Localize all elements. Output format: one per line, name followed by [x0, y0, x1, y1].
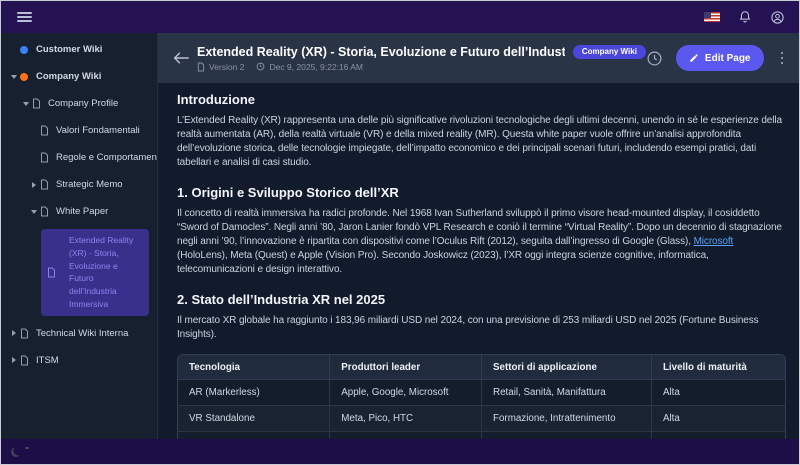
table-header-cell: Livello di maturità [651, 355, 785, 380]
sidebar-item-label: Valori Fondamentali [56, 125, 140, 136]
sidebar-item-label: Strategic Memo [56, 179, 123, 190]
sidebar-item-customer-wiki[interactable]: Customer Wiki [1, 36, 157, 63]
table-cell: Media [651, 431, 785, 439]
page-document-icon [40, 206, 49, 217]
sidebar-item-company-profile[interactable]: Company Profile [1, 90, 157, 117]
table-row: MR (Optical see-through) Microsoft, Magi… [178, 431, 785, 439]
table-cell: VR Standalone [178, 405, 331, 432]
table-cell: Alta [651, 379, 785, 406]
sidebar-item-extended-reality-selected[interactable]: Extended Reality (XR) - Storia, Evoluzio… [41, 229, 149, 316]
page-document-icon [32, 98, 41, 109]
page-document-icon [197, 62, 205, 71]
footer-bar [1, 439, 799, 464]
table-cell: MR (Optical see-through) [178, 431, 331, 439]
flag-canton [704, 12, 711, 18]
sidebar-item-label: Regole e Comportamenti [56, 152, 158, 163]
sidebar-item-label: White Paper [56, 206, 109, 217]
table-header-row: Tecnologia Produttori leader Settori di … [178, 355, 785, 380]
chevron-right-icon[interactable] [7, 330, 20, 336]
page-title-group: Extended Reality (XR) - Storia, Evoluzio… [197, 44, 646, 72]
sidebar-item-valori-fondamentali[interactable]: Valori Fondamentali [1, 117, 157, 144]
sidebar-navigation: Customer Wiki Company Wiki Company Profi… [1, 33, 158, 439]
crescent-moon-icon [11, 447, 21, 457]
table-cell: Microsoft, Magic Leap [329, 431, 482, 439]
page-header: Extended Reality (XR) - Storia, Evoluzio… [158, 33, 799, 83]
chevron-down-icon[interactable] [7, 74, 20, 79]
table-row: AR (Markerless) Apple, Google, Microsoft… [178, 379, 785, 406]
topbar-actions [704, 10, 785, 25]
version-meta: Version 2 [197, 62, 244, 72]
user-account-icon[interactable] [770, 10, 785, 25]
section-paragraph: Il mercato XR globale ha raggiunto i 183… [177, 315, 759, 340]
topbar [1, 1, 799, 33]
page-document-icon [20, 355, 29, 366]
sidebar-item-label: Company Profile [48, 98, 119, 109]
notifications-bell-icon[interactable] [738, 10, 752, 24]
history-clock-icon[interactable] [646, 50, 663, 67]
sidebar-item-label: Company Wiki [36, 71, 102, 82]
timestamp-meta: Dec 9, 2025, 9:22:16 AM [256, 62, 363, 72]
page-meta: Version 2 Dec 9, 2025, 9:22:16 AM [197, 62, 646, 72]
page-document-icon [40, 179, 49, 190]
wiki-dot-icon [20, 45, 28, 54]
table-cell: Meta, Pico, HTC [329, 405, 482, 432]
table-cell: Alta [651, 405, 785, 432]
hamburger-menu-icon[interactable] [15, 9, 34, 25]
microsoft-link[interactable]: Microsoft [694, 236, 734, 247]
sidebar-item-label: ITSM [36, 354, 59, 366]
table-cell: Apple, Google, Microsoft [329, 379, 482, 406]
sidebar-item-label: Technical Wiki Interna [36, 327, 129, 339]
page-title: Extended Reality (XR) - Storia, Evoluzio… [197, 44, 565, 59]
table-cell: Formazione, Intrattenimento [481, 405, 652, 432]
table-header-cell: Settori di applicazione [481, 355, 652, 380]
sidebar-item-itsm[interactable]: ITSM [1, 347, 157, 374]
timestamp-label: Dec 9, 2025, 9:22:16 AM [269, 61, 364, 72]
footer-dash-decoration [25, 447, 29, 449]
content-area: Extended Reality (XR) - Storia, Evoluzio… [158, 33, 799, 439]
sidebar-item-regole-comportamenti[interactable]: Regole e Comportamenti [1, 144, 157, 171]
section-heading-introduzione: Introduzione [177, 92, 255, 107]
version-label: Version 2 [209, 61, 245, 72]
chevron-down-icon[interactable] [19, 101, 32, 106]
section-heading-stato-industria: 2. Stato dell’Industria XR nel 2025 [177, 292, 386, 307]
page-document-icon [40, 125, 49, 136]
sidebar-item-label: Extended Reality (XR) - Storia, Evoluzio… [69, 235, 134, 309]
chevron-right-icon[interactable] [27, 181, 40, 188]
technology-table: Tecnologia Produttori leader Settori di … [177, 354, 786, 439]
chevron-down-icon[interactable] [27, 209, 40, 214]
table-cell: Engineering, Medicale [481, 431, 652, 439]
app-window: Customer Wiki Company Wiki Company Profi… [0, 0, 800, 465]
sidebar-item-technical-wiki-interna[interactable]: Technical Wiki Interna [1, 320, 157, 347]
page-actions: Edit Page [646, 45, 787, 71]
edit-pencil-icon [690, 54, 698, 62]
chevron-right-icon[interactable] [7, 357, 20, 363]
paragraph-text: Il concetto di realtà immersiva ha radic… [177, 208, 782, 247]
section-paragraph: L’Extended Reality (XR) rappresenta una … [177, 115, 782, 168]
sidebar-item-strategic-memo[interactable]: Strategic Memo [1, 171, 157, 198]
back-arrow-icon[interactable] [168, 52, 194, 64]
table-cell: AR (Markerless) [178, 379, 331, 406]
wiki-badge[interactable]: Company Wiki [572, 44, 646, 59]
table-row: VR Standalone Meta, Pico, HTC Formazione… [178, 405, 785, 432]
edit-page-button[interactable]: Edit Page [675, 45, 764, 71]
wiki-article: Introduzione L’Extended Reality (XR) rap… [158, 83, 799, 439]
sidebar-item-white-paper[interactable]: White Paper [1, 198, 157, 225]
section-paragraph: Il concetto di realtà immersiva ha radic… [177, 207, 786, 277]
table-header-cell: Tecnologia [178, 355, 331, 380]
sidebar-item-label: Customer Wiki [36, 44, 103, 55]
edit-page-label: Edit Page [704, 52, 751, 64]
wiki-dot-icon [20, 72, 28, 81]
kebab-menu-icon[interactable] [777, 50, 788, 67]
table-cell: Retail, Sanità, Manifattura [481, 379, 652, 406]
page-document-icon [20, 328, 29, 339]
page-document-icon [40, 152, 49, 163]
clock-icon [257, 62, 265, 71]
section-heading-origini: 1. Origini e Sviluppo Storico dell’XR [177, 185, 399, 200]
page-document-icon [47, 267, 56, 278]
table-header-cell: Produttori leader [329, 355, 482, 380]
sidebar-item-company-wiki[interactable]: Company Wiki [1, 63, 157, 90]
us-flag-icon[interactable] [704, 12, 720, 22]
paragraph-text: (HoloLens), Meta (Quest) e Apple (Vision… [177, 250, 709, 275]
